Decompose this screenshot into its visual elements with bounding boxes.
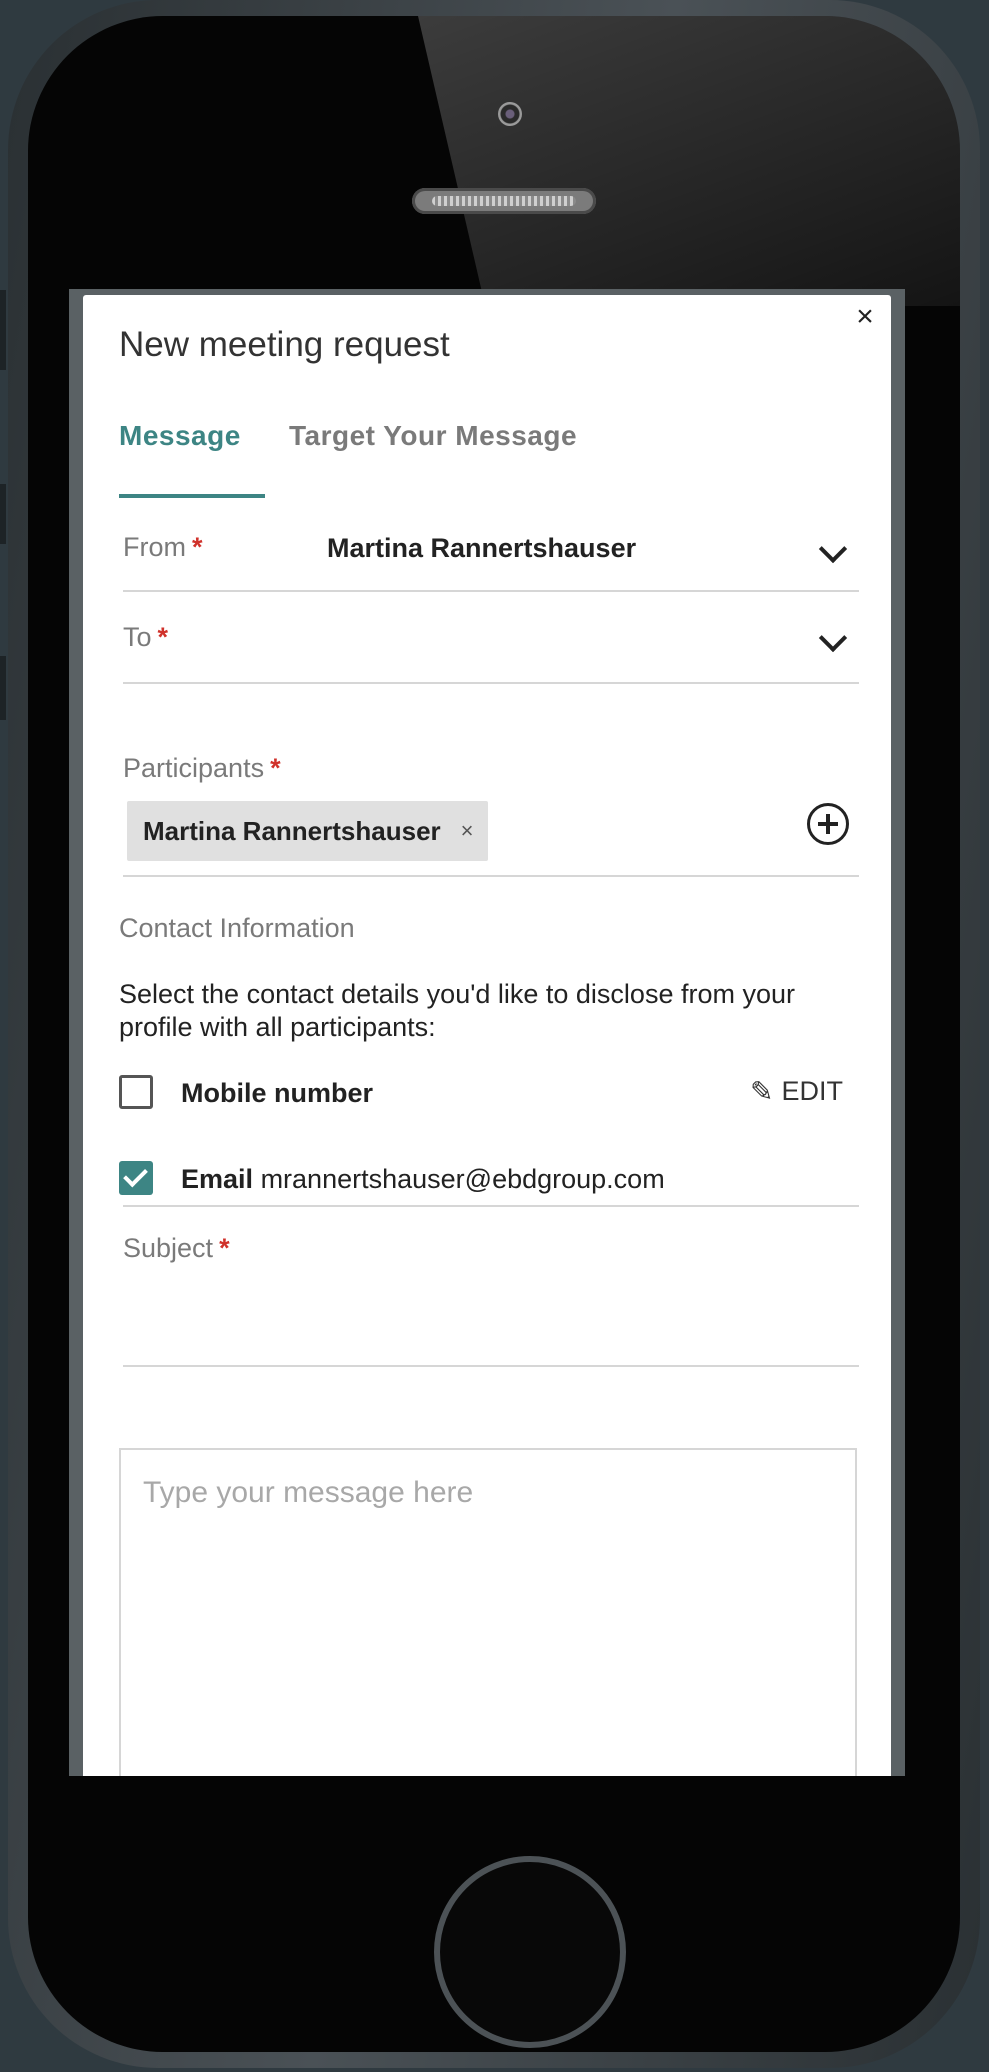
edit-mobile-button[interactable]: ✎ EDIT <box>750 1075 843 1108</box>
email-row: Email mrannertshauser@ebdgroup.com <box>181 1164 665 1195</box>
message-input[interactable] <box>121 1450 855 1776</box>
participants-input[interactable]: Martina Rannertshauser × <box>123 675 859 877</box>
contact-information-heading: Contact Information <box>119 913 355 943</box>
front-camera <box>498 102 522 126</box>
add-participant-icon[interactable] <box>807 803 849 845</box>
meeting-request-dialog: × New meeting request Message Target You… <box>83 295 891 1776</box>
earpiece-speaker <box>412 188 596 214</box>
email-label: Email <box>181 1164 254 1194</box>
background-edge <box>0 484 6 544</box>
message-box <box>119 1448 857 1776</box>
contact-description: Select the contact details you'd like to… <box>119 979 795 1042</box>
phone-screen: × New meeting request Message Target You… <box>69 289 905 1776</box>
remove-participant-icon[interactable]: × <box>461 818 474 844</box>
required-mark: * <box>219 1233 230 1263</box>
mobile-number-label: Mobile number <box>181 1078 374 1108</box>
background-edge <box>0 656 6 720</box>
email-checkbox[interactable] <box>119 1161 153 1195</box>
contact-divider <box>123 1203 859 1207</box>
home-button[interactable] <box>434 1856 626 2048</box>
screen-glare <box>418 16 960 306</box>
participant-chip: Martina Rannertshauser × <box>127 801 488 861</box>
participant-chip-label: Martina Rannertshauser <box>143 815 441 846</box>
mobile-number-checkbox[interactable] <box>119 1075 153 1109</box>
subject-field[interactable]: Subject * <box>123 1233 859 1367</box>
pencil-icon: ✎ <box>750 1076 774 1107</box>
email-value: mrannertshauser@ebdgroup.com <box>260 1164 665 1194</box>
subject-label: Subject * <box>123 1233 230 1263</box>
background-edge <box>0 290 6 370</box>
edit-label: EDIT <box>781 1076 843 1106</box>
